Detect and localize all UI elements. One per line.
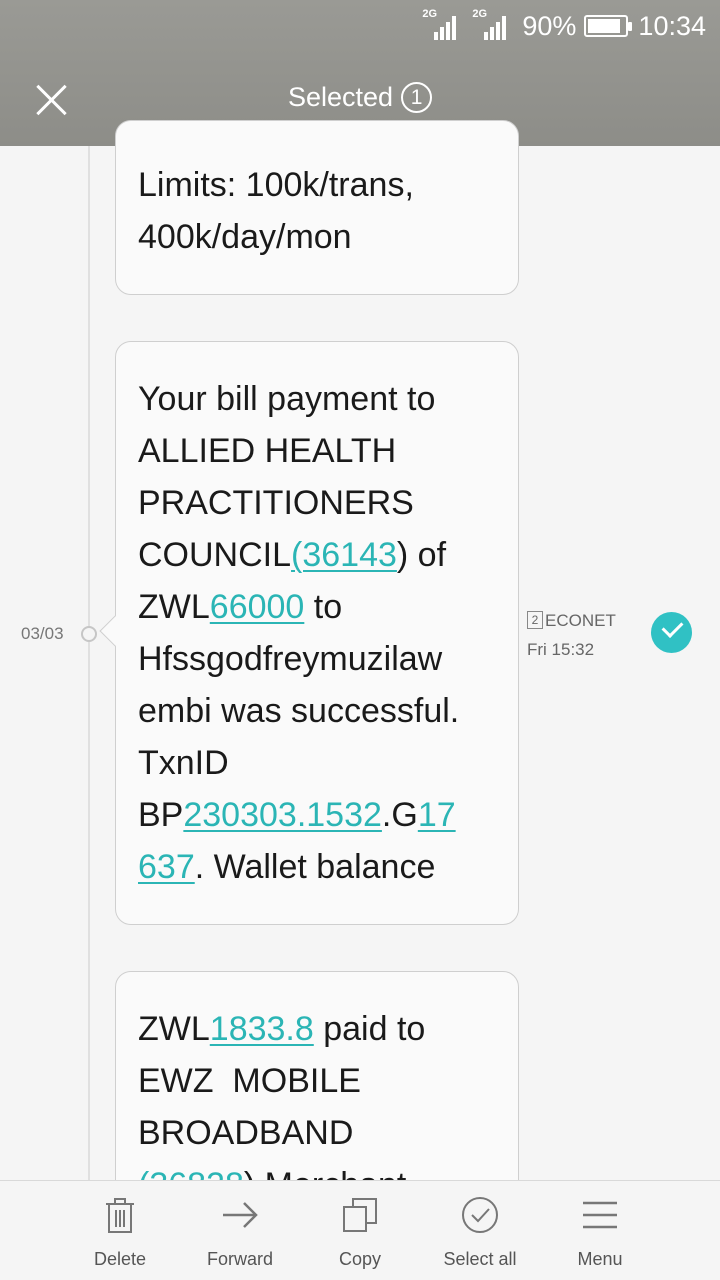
- forward-label: Forward: [206, 1249, 273, 1269]
- status-bar: 2G 2G 90% 10:34: [422, 8, 706, 44]
- phone-link[interactable]: (36143: [291, 536, 397, 574]
- timeline-dot-icon: [81, 626, 97, 642]
- text: paid to: [313, 1010, 426, 1048]
- text: to: [304, 588, 343, 626]
- copy-label: Copy: [338, 1249, 382, 1269]
- battery-icon: [584, 15, 633, 37]
- sim-slot-icon: 2: [527, 611, 543, 629]
- message-meta: 2 ECONET Fri 15:32: [527, 606, 616, 664]
- check-circle-icon: [462, 1197, 498, 1233]
- title-text: Selected: [287, 82, 394, 112]
- arrow-right-icon: [223, 1202, 258, 1228]
- selected-count-badge: 1: [401, 82, 433, 113]
- text: . Wallet balance: [194, 848, 436, 886]
- text: COUNCIL: [138, 536, 292, 574]
- text: ZWL: [138, 588, 210, 626]
- text: ) of: [396, 536, 447, 574]
- message-line: BP230303.1532.G17: [138, 789, 500, 841]
- selected-check-icon[interactable]: [651, 612, 692, 653]
- message-line: 400k/day/mon: [138, 218, 352, 256]
- message-line: Limits: 100k/trans,: [138, 166, 414, 204]
- copy-button[interactable]: Copy: [300, 1181, 420, 1280]
- sim1-signal-icon: 2G: [422, 8, 462, 40]
- page-title: Selected 1: [0, 82, 720, 113]
- sim2-network-label: 2G: [472, 8, 488, 20]
- select-all-label: Select all: [443, 1249, 517, 1269]
- select-all-button[interactable]: Select all: [420, 1181, 540, 1280]
- message-line: ZWL1833.8 paid to: [138, 1003, 500, 1055]
- battery-percent: 90%: [522, 10, 577, 41]
- text: ZWL: [138, 1010, 210, 1048]
- sim1-network-label: 2G: [422, 8, 438, 20]
- menu-label: Menu: [577, 1249, 623, 1269]
- number-link[interactable]: 1833.8: [210, 1010, 314, 1048]
- message-bubble-1[interactable]: Limits: 100k/trans, 400k/day/mon: [115, 120, 519, 295]
- delete-button[interactable]: Delete: [60, 1181, 180, 1280]
- copy-icon: [343, 1198, 377, 1232]
- message-line: ALLIED HEALTH: [138, 432, 397, 470]
- timeline-line: [88, 146, 90, 1180]
- message-line: BROADBAND: [138, 1114, 354, 1152]
- message-line: EWZ MOBILE: [138, 1062, 361, 1100]
- delete-label: Delete: [93, 1249, 147, 1269]
- menu-icon: [583, 1201, 617, 1229]
- bottom-toolbar: Delete Forward Copy Select all Menu: [0, 1180, 720, 1280]
- message-line: COUNCIL(36143) of: [138, 529, 500, 581]
- number-link[interactable]: 17: [418, 796, 456, 834]
- message-line: TxnID: [138, 744, 229, 782]
- message-bubble-2-selected[interactable]: Your bill payment to ALLIED HEALTH PRACT…: [115, 341, 519, 925]
- number-link[interactable]: 230303.1532: [183, 796, 382, 834]
- sender-row: 2 ECONET: [527, 606, 616, 635]
- sim2-signal-icon: 2G: [472, 8, 512, 40]
- text: BP: [138, 796, 184, 834]
- message-line: Your bill payment to: [138, 380, 436, 418]
- trash-icon: [106, 1198, 134, 1233]
- message-line: PRACTITIONERS: [138, 484, 414, 522]
- forward-button[interactable]: Forward: [180, 1181, 300, 1280]
- menu-button[interactable]: Menu: [540, 1181, 660, 1280]
- message-line: ZWL66000 to: [138, 581, 500, 633]
- message-line: 637. Wallet balance: [138, 841, 500, 893]
- message-line: Hfssgodfreymuzilaw: [138, 640, 443, 678]
- sender-name: ECONET: [545, 611, 616, 630]
- number-link[interactable]: 66000: [210, 588, 305, 626]
- message-date: 03/03: [21, 624, 64, 643]
- number-link[interactable]: 637: [138, 848, 195, 886]
- message-timestamp: Fri 15:32: [527, 640, 595, 659]
- text: .G: [381, 796, 418, 834]
- clock: 10:34: [638, 10, 706, 41]
- message-line: embi was successful.: [138, 692, 460, 730]
